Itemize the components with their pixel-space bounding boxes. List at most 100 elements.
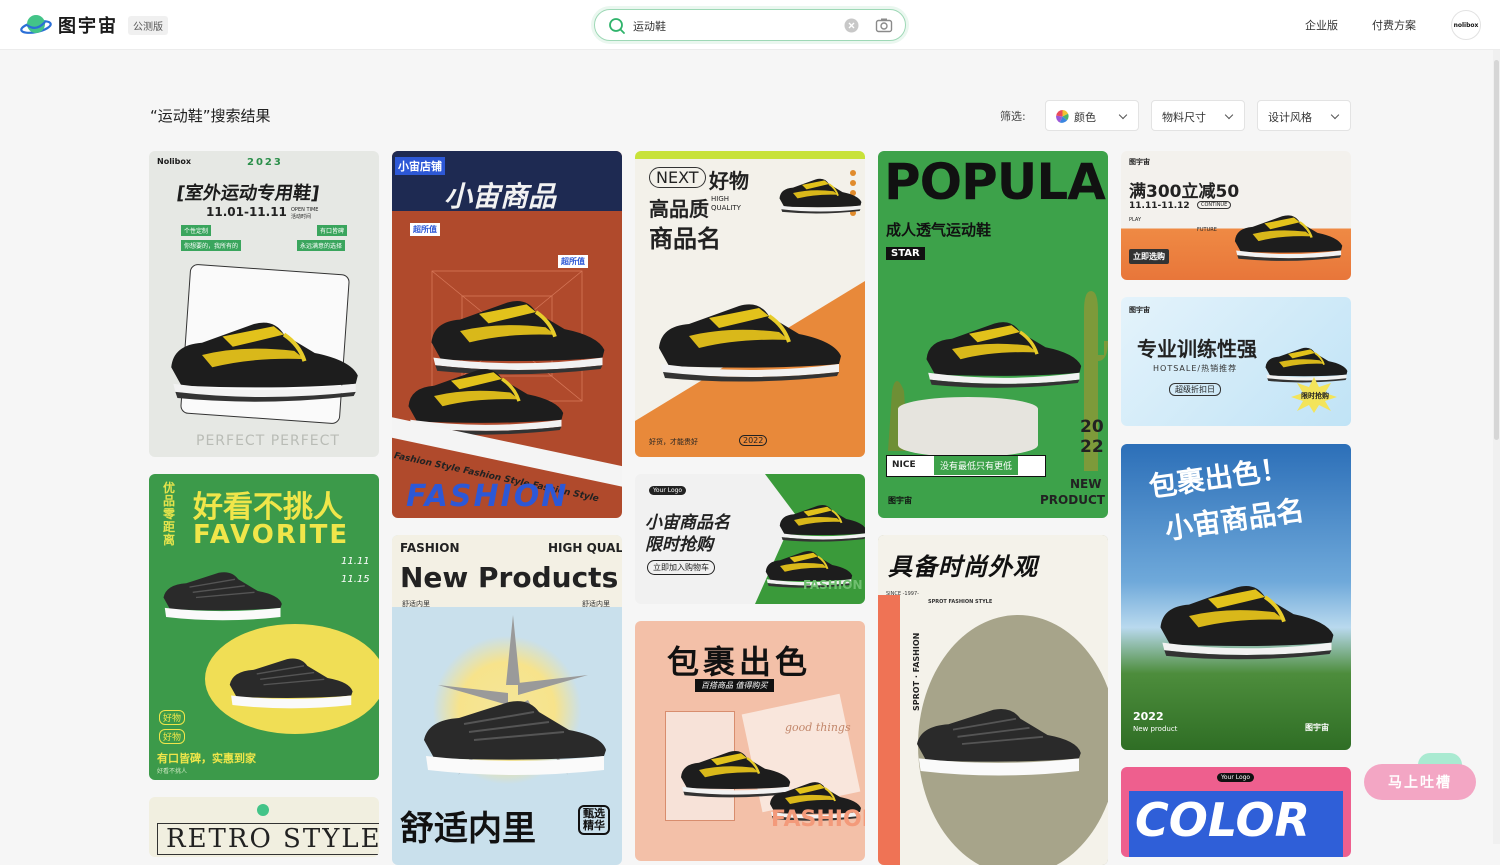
shoe-image <box>775 169 865 217</box>
top-band <box>635 151 865 159</box>
template-card[interactable]: 图宇宙 满300立减50 11.11-11.12 CONTINUE PLAY F… <box>1121 151 1351 280</box>
footer-text: 有口皆碑，实惠到家 <box>157 752 256 765</box>
card-title: 小宙商品 <box>444 180 557 213</box>
logo-badge: Your Logo <box>649 486 687 495</box>
sub-text: 舒适内里 <box>582 600 610 608</box>
brand-logo: 图宇宙 <box>1129 306 1150 314</box>
template-card[interactable]: 包裹出色 百搭商品 值得购买 good things FASHION <box>635 621 865 861</box>
tag: 你想要的，我所有的 <box>181 240 242 251</box>
filter-color-dropdown[interactable]: 颜色 <box>1045 100 1139 131</box>
filter-size-dropdown[interactable]: 物料尺寸 <box>1151 100 1245 131</box>
store-name: 小宙店铺 <box>395 157 445 175</box>
shoe-image <box>161 299 366 411</box>
cta-button: 立即选购 <box>1129 249 1169 264</box>
filter-style-label: 设计风格 <box>1268 111 1312 124</box>
slogan-text: 没有最低只有更低 <box>934 456 1019 475</box>
open-time: OPEN TIME 活动时间 <box>291 207 319 220</box>
bottom-text: 舒适内里 <box>400 809 536 849</box>
big-text: New Products <box>400 561 619 594</box>
search-input[interactable] <box>633 16 823 36</box>
next-label: NEXT <box>649 167 706 188</box>
card-title: 限时抢购 <box>645 535 713 555</box>
logo-badge: Your Logo <box>1217 773 1255 782</box>
tag: 好物 <box>159 729 186 744</box>
cta-button: 超级折扣日 <box>1169 383 1221 396</box>
play-label: PLAY <box>1129 217 1142 223</box>
filter-size-label: 物料尺寸 <box>1162 111 1206 124</box>
template-card[interactable]: POPULAR 成人透气运动鞋 STAR NICE 没有最低只有更低 20 22… <box>878 151 1108 518</box>
planet-logo-icon <box>20 12 52 38</box>
quality-label: HIGH QUALITY <box>711 195 741 212</box>
badge: 超所值 <box>410 223 440 236</box>
search-icon[interactable] <box>608 17 626 39</box>
avatar[interactable]: nolibox <box>1451 10 1481 40</box>
search-bar <box>594 9 906 41</box>
template-card[interactable]: 图宇宙 专业训练性强 HOTSALE/热销推荐 超级折扣日 限时抢购 <box>1121 297 1351 426</box>
product-label: PRODUCT <box>1040 493 1105 507</box>
since-label: SINCE -1997- <box>886 591 919 597</box>
top-bar: 图宇宙 公测版 企业版 付费方案 nolibox <box>0 0 1500 50</box>
template-card[interactable]: 优品零距离 好看不挑人 FAVORITE 11.11 11.15 好物 好物 有… <box>149 474 379 780</box>
template-card[interactable]: NEXT 好物 高品质 HIGH QUALITY 商品名 好货，才能贵好 202… <box>635 151 865 457</box>
side-stripe <box>878 595 900 865</box>
app-name: 图宇宙 <box>58 16 118 37</box>
sub-text: 舒适内里 <box>402 600 430 608</box>
sub-text: HOTSALE/热销推荐 <box>1153 364 1238 373</box>
shoe-image <box>157 558 287 624</box>
filter-color-label: 颜色 <box>1074 111 1096 124</box>
card-title: [室外运动专用鞋] <box>175 183 321 204</box>
card-title: 成人透气运动鞋 <box>886 221 992 239</box>
sport-label: SPROT FASHION STYLE <box>928 599 993 605</box>
tag: 好物 <box>159 710 186 725</box>
clear-icon[interactable] <box>844 18 859 37</box>
date: 11.11 <box>341 556 370 567</box>
big-text: COLOR <box>1135 793 1311 847</box>
card-title: 包裹出色 <box>667 643 812 681</box>
year-label: 2023 <box>247 157 283 168</box>
nav-pricing[interactable]: 付费方案 <box>1372 17 1416 33</box>
sub-text: 百搭商品 值得购买 <box>695 679 774 692</box>
shoe-image <box>223 644 358 712</box>
template-card[interactable]: 小宙店铺 小宙商品 超所值 超所值 Fashion Style Fashion … <box>392 151 622 518</box>
year-label: 2022 <box>739 435 768 446</box>
scrollbar-thumb[interactable] <box>1494 60 1499 440</box>
burst-text: 限时抢购 <box>1301 392 1329 400</box>
feedback-label: 马上吐槽 <box>1388 775 1452 791</box>
template-card[interactable]: RETRO STYLE <box>149 797 379 857</box>
star-badge: STAR <box>886 247 925 260</box>
brand-logo: 图宇宙 <box>888 496 912 505</box>
card-title: 高品质 <box>649 197 709 221</box>
date-range: 11.11-11.12 <box>1129 201 1190 211</box>
template-card[interactable]: FASHION HIGH QUALITY New Products 舒适内里 舒… <box>392 535 622 865</box>
bottom-text: FASHION <box>771 807 865 832</box>
card-title: 专业训练性强 <box>1137 337 1257 361</box>
future-label: FUTURE <box>1197 227 1217 233</box>
continue-badge: CONTINUE <box>1197 201 1232 209</box>
date: 11.15 <box>341 574 370 585</box>
cta-button: 立即加入购物车 <box>647 560 715 575</box>
nav-enterprise[interactable]: 企业版 <box>1305 17 1338 33</box>
card-title: 具备时尚外观 <box>888 553 1038 581</box>
shoe-image <box>1151 564 1341 668</box>
nice-label: NICE <box>892 460 916 470</box>
left-label: FASHION <box>400 541 460 555</box>
shoe-image <box>1229 201 1347 267</box>
filter-style-dropdown[interactable]: 设计风格 <box>1257 100 1351 131</box>
tag: 有口皆碑 <box>317 225 348 236</box>
template-card[interactable]: Your Logo 小宙商品名 限时抢购 立即加入购物车 FASHION BOY <box>635 474 865 604</box>
camera-icon[interactable] <box>875 17 893 37</box>
planet-logo-icon <box>257 804 269 816</box>
template-card[interactable]: Nolibox 2023 [室外运动专用鞋] 11.01-11.11 OPEN … <box>149 151 379 457</box>
right-label: HIGH QUALITY <box>548 541 622 555</box>
feedback-button[interactable]: 马上吐槽 <box>1364 764 1476 800</box>
logo[interactable]: 图宇宙 公测版 <box>20 12 168 38</box>
big-text: FAVORITE <box>193 520 350 550</box>
year-label: 2022 <box>1133 710 1164 723</box>
template-card[interactable]: 具备时尚外观 SINCE -1997- SPROT FASHION STYLE … <box>878 535 1108 865</box>
new-label: NEW <box>1070 477 1102 491</box>
card-title: 好物 <box>709 169 749 193</box>
big-text: RETRO STYLE <box>157 823 379 855</box>
template-card[interactable]: 包裹出色！ 小宙商品名 2022 New product 图宇宙 <box>1121 444 1351 750</box>
sub-text: New product <box>1133 725 1178 733</box>
shoe-image <box>908 685 1088 785</box>
